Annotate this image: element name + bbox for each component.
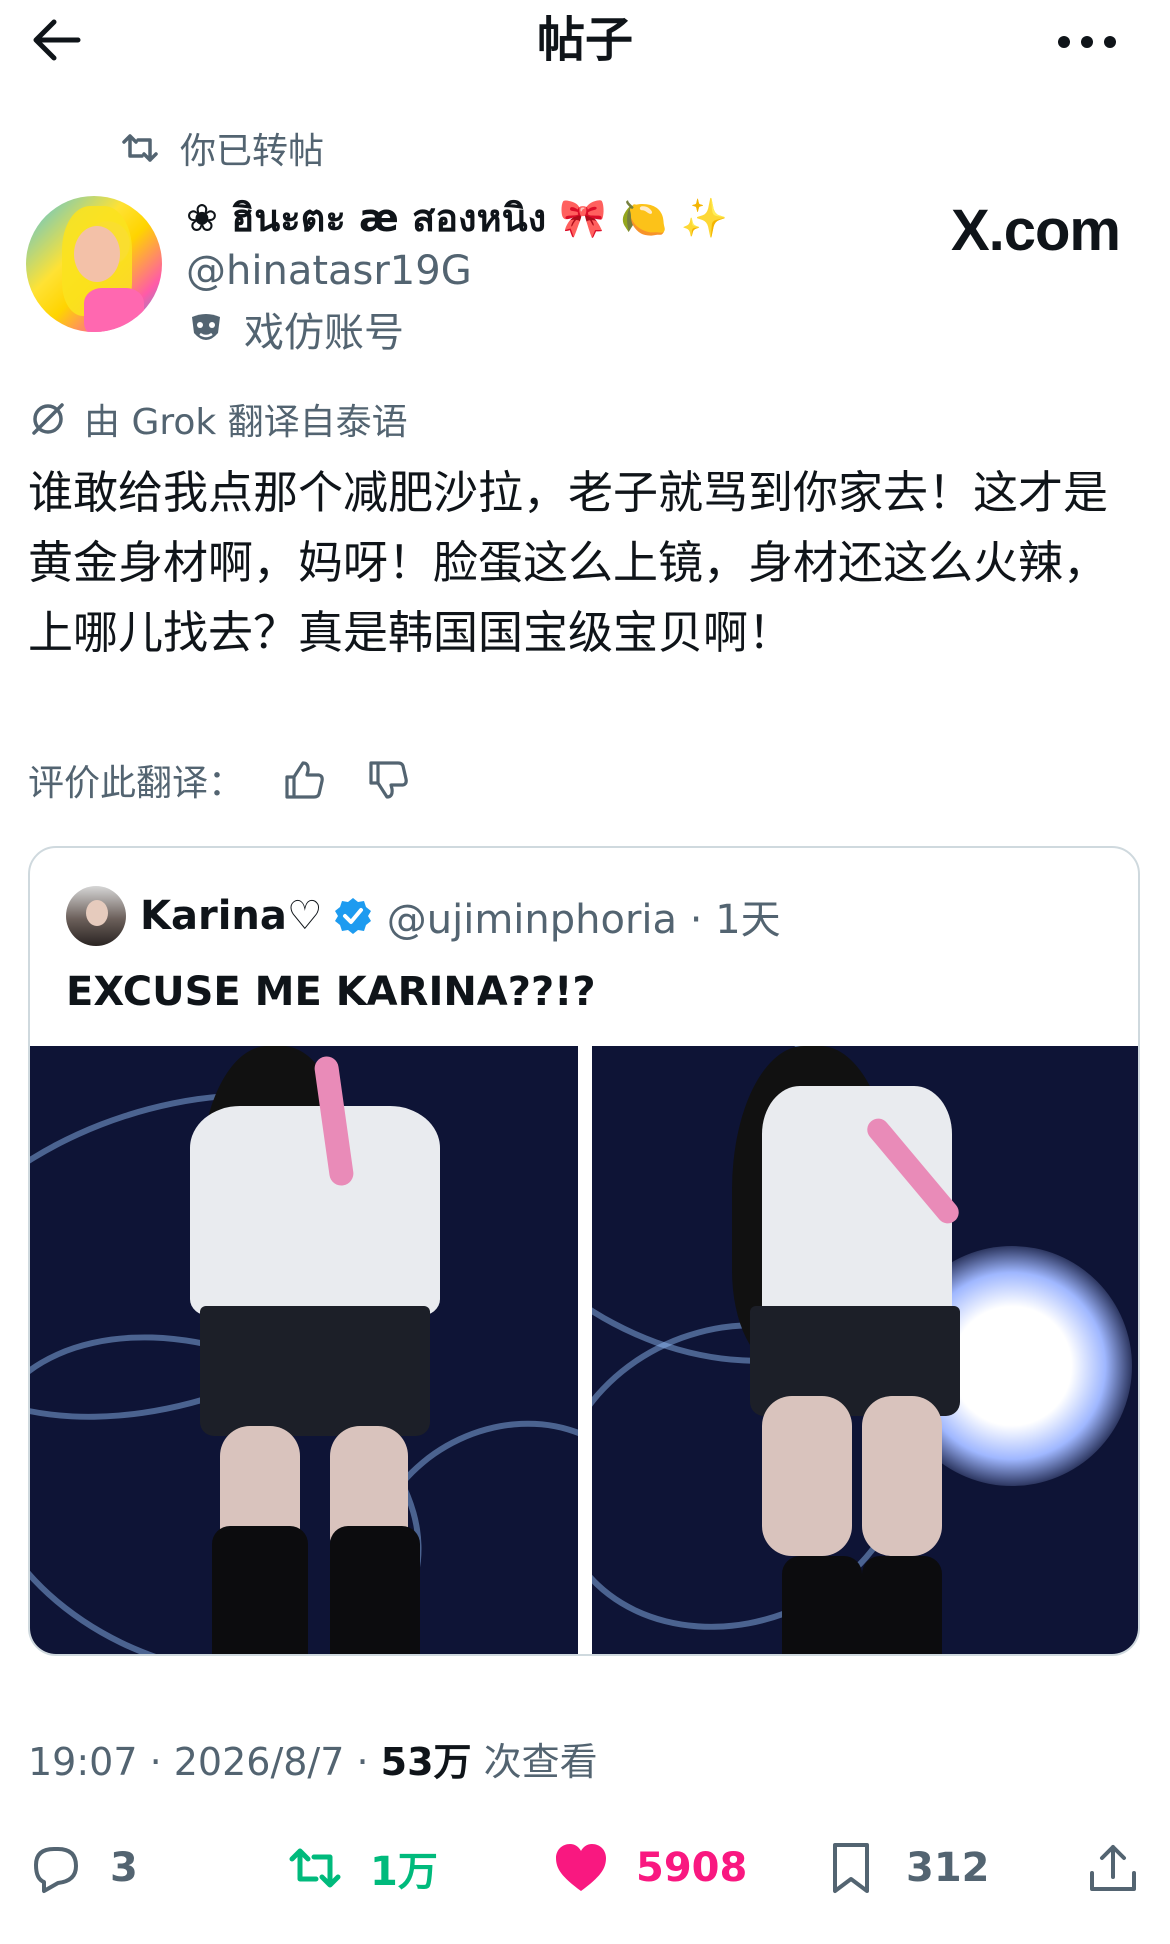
thumbs-down-button[interactable] (364, 756, 412, 804)
verified-badge-icon (334, 898, 371, 934)
repost-icon (289, 1848, 341, 1888)
translation-label: 由 Grok 翻译自泰语 (84, 402, 408, 443)
tweet-text: 谁敢给我点那个减肥沙拉，老子就骂到你家去！这才是黄金身材啊，妈呀！脸蛋这么上镜，… (28, 466, 1109, 659)
top-bar: 帖子 (0, 0, 1170, 80)
thumbs-up-button[interactable] (280, 756, 328, 804)
bookmark-button[interactable]: 312 (822, 1836, 990, 1900)
quoted-author-name: Karina♡ (140, 893, 323, 939)
repost-button[interactable]: 1万 (286, 1836, 438, 1900)
repost-icon (122, 134, 158, 162)
x-com-watermark: X.com (950, 198, 1121, 263)
views-label: 次查看 (471, 1740, 598, 1784)
mask-icon (192, 314, 220, 340)
rate-translation-label: 评价此翻译： (28, 763, 245, 804)
parody-account-label: 戏仿账号 (186, 304, 404, 356)
parody-text: 戏仿账号 (244, 310, 404, 356)
reply-count: 3 (110, 1845, 138, 1891)
heart-filled-icon (556, 1844, 606, 1891)
action-bar: 3 1万 5908 312 (0, 1836, 1170, 1900)
tweet-timestamp[interactable]: 19:07 · 2026/8/7 · (28, 1740, 381, 1784)
quoted-tweet-text: EXCUSE ME KARINA??!? (66, 969, 596, 1015)
views-count: 53万 (380, 1740, 472, 1784)
reply-icon (34, 1847, 78, 1893)
thumbs-down-icon (369, 761, 408, 799)
quoted-tweet-image-2[interactable] (592, 1046, 1138, 1654)
page-title: 帖子 (536, 12, 633, 68)
quoted-tweet-header: Karina♡ @ujiminphoria · 1天 (140, 884, 781, 948)
share-button[interactable] (1084, 1836, 1168, 1900)
quoted-author-handle-time: @ujiminphoria · 1天 (386, 897, 781, 943)
like-count: 5908 (636, 1845, 748, 1891)
grok-icon (32, 403, 64, 435)
more-options-button[interactable] (1052, 14, 1122, 66)
author-handle[interactable]: @hinatasr19G (186, 246, 472, 296)
translation-source: 由 Grok 翻译自泰语 (28, 394, 408, 444)
repost-count: 1万 (370, 1849, 438, 1895)
thumbs-up-icon (285, 761, 324, 799)
bookmark-icon (833, 1843, 869, 1893)
rate-translation-row: 评价此翻译： (28, 752, 412, 808)
reply-button[interactable]: 3 (26, 1836, 138, 1900)
more-dots-icon (1058, 36, 1116, 48)
author-avatar[interactable] (26, 196, 162, 332)
quoted-tweet-card[interactable]: Karina♡ @ujiminphoria · 1天 EXCUSE ME KAR… (28, 846, 1140, 1656)
quoted-tweet-image-1[interactable] (30, 1046, 578, 1654)
tweet-meta: 19:07 · 2026/8/7 · 53万 次查看 (28, 1736, 598, 1788)
author-display-name[interactable]: ❀ ฮินะตะ æ สองหนิง 🎀 🍋 ✨ (186, 194, 728, 242)
reposted-indicator: 你已转帖 (118, 124, 324, 172)
quoted-author-avatar (66, 886, 126, 946)
reposted-label: 你已转帖 (180, 131, 325, 172)
bookmark-count: 312 (906, 1845, 990, 1891)
share-icon (1090, 1845, 1136, 1891)
like-button[interactable]: 5908 (552, 1836, 747, 1900)
